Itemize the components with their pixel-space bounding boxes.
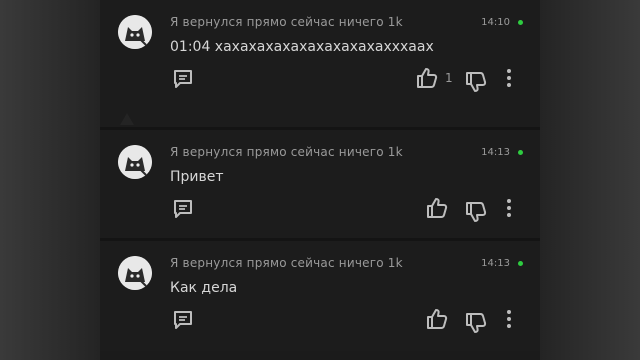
comment-author[interactable]: Я вернулся прямо сейчас ничего 1k xyxy=(170,15,403,29)
comment-time: 14:13 xyxy=(481,258,510,269)
comment-time: 14:13 xyxy=(481,147,510,158)
comment-text: Привет xyxy=(170,169,224,185)
reply-icon[interactable] xyxy=(172,198,194,220)
thumbs-up-icon[interactable] xyxy=(415,66,439,90)
more-vertical-icon[interactable] xyxy=(504,198,514,218)
avatar[interactable] xyxy=(118,15,152,49)
comment-author[interactable]: Я вернулся прямо сейчас ничего 1k xyxy=(170,256,403,270)
thumbs-down-icon[interactable] xyxy=(464,200,488,224)
comment-feed: Я вернулся прямо сейчас ничего 1k 14:10 … xyxy=(100,0,540,360)
comment-card: Я вернулся прямо сейчас ничего 1k 14:13 … xyxy=(100,130,540,238)
comment-card: Я вернулся прямо сейчас ничего 1k 14:10 … xyxy=(100,0,540,127)
online-status-dot xyxy=(518,20,523,25)
more-vertical-icon[interactable] xyxy=(504,309,514,329)
comment-time: 14:10 xyxy=(481,17,510,28)
avatar[interactable] xyxy=(118,145,152,179)
reply-icon[interactable] xyxy=(172,309,194,331)
avatar-image xyxy=(118,145,152,179)
avatar[interactable] xyxy=(118,256,152,290)
comment-card: Я вернулся прямо сейчас ничего 1k 14:13 … xyxy=(100,241,540,351)
thumbs-down-icon[interactable] xyxy=(464,70,488,94)
reply-icon[interactable] xyxy=(172,68,194,90)
blurred-background-left xyxy=(0,0,100,360)
comment-text: Как дела xyxy=(170,280,238,296)
blurred-background-right xyxy=(540,0,640,360)
online-status-dot xyxy=(518,150,523,155)
thumbs-up-icon[interactable] xyxy=(425,196,449,220)
avatar-image xyxy=(118,256,152,290)
bubble-notch xyxy=(120,113,134,125)
thumbs-down-icon[interactable] xyxy=(464,311,488,335)
comment-text: 01:04 хахахахахахахахахахахххаах xyxy=(170,39,434,55)
like-count: 1 xyxy=(445,71,453,85)
comment-author[interactable]: Я вернулся прямо сейчас ничего 1k xyxy=(170,145,403,159)
thumbs-up-icon[interactable] xyxy=(425,307,449,331)
online-status-dot xyxy=(518,261,523,266)
avatar-image xyxy=(118,15,152,49)
more-vertical-icon[interactable] xyxy=(504,68,514,88)
